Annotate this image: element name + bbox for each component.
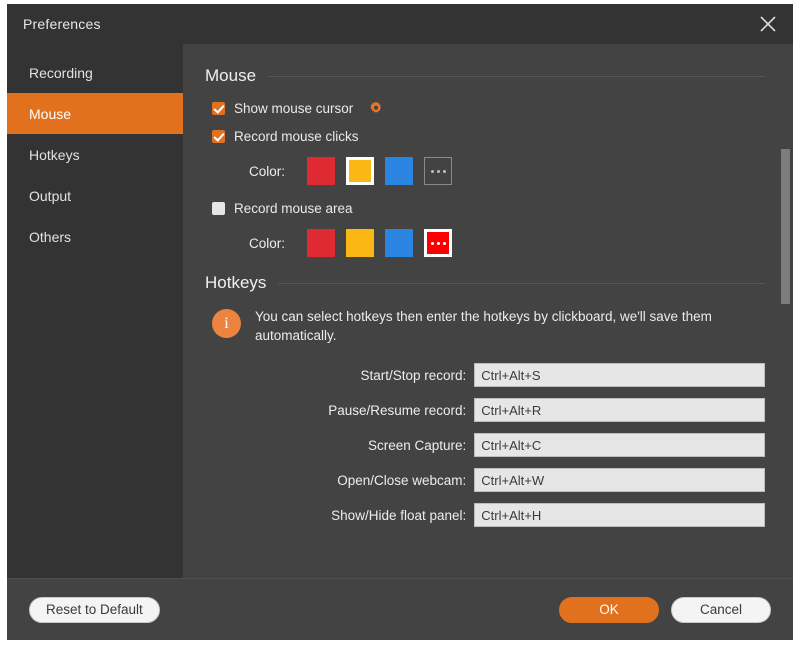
reset-to-default-button[interactable]: Reset to Default — [29, 596, 160, 623]
hotkey-input-pause-resume[interactable] — [474, 398, 765, 422]
record-mouse-clicks-label[interactable]: Record mouse clicks — [234, 129, 359, 144]
info-icon: i — [212, 309, 241, 338]
hotkey-input-screen-capture[interactable] — [474, 433, 765, 457]
sidebar-item-label: Hotkeys — [29, 146, 80, 163]
clicks-color-swatch-yellow[interactable] — [346, 157, 374, 185]
clicks-color-row: Color: — [205, 157, 765, 185]
cancel-button[interactable]: Cancel — [671, 596, 771, 623]
area-color-swatch-blue[interactable] — [385, 229, 413, 257]
mouse-section-title: Mouse — [205, 66, 257, 85]
hotkeys-section-title: Hotkeys — [205, 273, 267, 292]
section-divider — [268, 75, 765, 77]
hotkey-input-float-panel[interactable] — [474, 503, 765, 527]
hotkey-input-start-stop[interactable] — [474, 363, 765, 387]
record-mouse-clicks-row: Record mouse clicks — [212, 129, 765, 144]
hotkeys-section-header: Hotkeys — [205, 273, 765, 293]
sidebar-item-hotkeys[interactable]: Hotkeys — [7, 134, 183, 175]
sidebar-item-recording[interactable]: Recording — [7, 52, 183, 93]
area-color-row: Color: — [205, 229, 765, 257]
hotkey-row-screen-capture: Screen Capture: — [205, 433, 765, 457]
clicks-color-label: Color: — [248, 163, 285, 179]
sidebar-item-output[interactable]: Output — [7, 175, 183, 216]
hotkey-label: Show/Hide float panel: — [331, 507, 467, 523]
hotkey-label: Pause/Resume record: — [328, 402, 467, 418]
hotkeys-info-text: You can select hotkeys then enter the ho… — [255, 309, 712, 343]
scrollbar-thumb[interactable] — [781, 149, 790, 304]
show-mouse-cursor-row: Show mouse cursor — [212, 100, 765, 116]
show-mouse-cursor-checkbox[interactable] — [212, 101, 225, 115]
show-mouse-cursor-label[interactable]: Show mouse cursor — [234, 101, 353, 116]
sidebar-item-others[interactable]: Others — [7, 216, 183, 257]
area-color-label: Color: — [248, 235, 285, 251]
more-dots-icon — [430, 241, 446, 245]
ok-button[interactable]: OK — [559, 596, 659, 623]
record-mouse-clicks-checkbox[interactable] — [212, 130, 225, 143]
sidebar: Recording Mouse Hotkeys Output Others — [7, 44, 183, 578]
more-dots-icon — [430, 169, 446, 173]
sidebar-item-label: Others — [29, 228, 72, 245]
area-color-swatch-yellow[interactable] — [346, 229, 374, 257]
hotkey-row-float-panel: Show/Hide float panel: — [205, 503, 765, 527]
sidebar-item-mouse[interactable]: Mouse — [7, 93, 183, 134]
hotkey-label: Open/Close webcam: — [337, 472, 467, 488]
record-mouse-area-label[interactable]: Record mouse area — [234, 201, 353, 216]
hotkey-input-webcam[interactable] — [474, 468, 765, 492]
area-color-swatch-more[interactable] — [424, 229, 452, 257]
body-area: Recording Mouse Hotkeys Output Others Mo… — [7, 44, 793, 578]
gear-icon[interactable] — [368, 100, 384, 116]
area-color-swatch-red[interactable] — [307, 229, 335, 257]
title-bar: Preferences — [7, 4, 793, 44]
hotkeys-info: i You can select hotkeys then enter the … — [212, 307, 765, 345]
clicks-color-swatch-red[interactable] — [307, 157, 335, 185]
preferences-window: Preferences Recording Mouse Hotkeys Outp… — [7, 4, 793, 640]
hotkey-label: Screen Capture: — [367, 437, 467, 453]
sidebar-item-label: Output — [29, 187, 72, 204]
clicks-color-swatch-blue[interactable] — [385, 157, 413, 185]
section-divider — [278, 282, 765, 284]
sidebar-item-label: Recording — [29, 64, 93, 81]
hotkey-row-pause-resume: Pause/Resume record: — [205, 398, 765, 422]
clicks-color-swatch-more[interactable] — [424, 157, 452, 185]
hotkey-label: Start/Stop record: — [360, 367, 467, 383]
content-scrollbar[interactable] — [781, 44, 790, 578]
footer-bar: Reset to Default OK Cancel — [7, 578, 793, 640]
mouse-section-header: Mouse — [205, 66, 765, 86]
hotkey-row-webcam: Open/Close webcam: — [205, 468, 765, 492]
hotkey-row-start-stop: Start/Stop record: — [205, 363, 765, 387]
record-mouse-area-row: Record mouse area — [212, 201, 765, 216]
footer-actions: OK Cancel — [559, 596, 771, 623]
window-title: Preferences — [23, 16, 101, 32]
sidebar-item-label: Mouse — [29, 105, 72, 122]
settings-content: Mouse Show mouse cursor Record mouse cli… — [183, 44, 793, 578]
record-mouse-area-checkbox[interactable] — [212, 202, 225, 215]
close-icon[interactable] — [751, 8, 785, 40]
